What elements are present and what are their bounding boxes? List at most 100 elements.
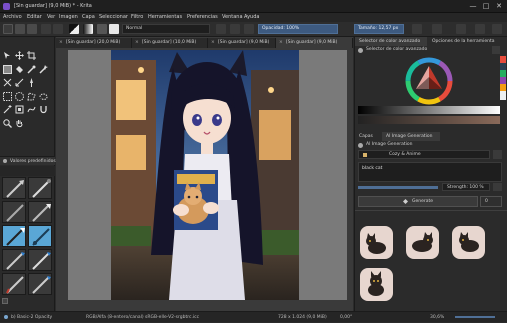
presets-tag-checkbox[interactable]: [2, 298, 8, 304]
undo-icon[interactable]: [41, 24, 51, 34]
measure-icon[interactable]: [15, 78, 24, 87]
result-thumbnail-2[interactable]: [406, 226, 439, 259]
menu-archivo[interactable]: Archivo: [3, 14, 22, 20]
gradient-tool-icon[interactable]: [3, 65, 12, 74]
workspace-select[interactable]: Cozy & Anime: [358, 150, 490, 159]
menu-imagen[interactable]: Imagen: [59, 14, 78, 20]
wrap-around-icon[interactable]: [456, 24, 466, 34]
brush-preset-7[interactable]: [2, 249, 26, 271]
tab-close-icon[interactable]: ×: [279, 38, 283, 48]
menu-seleccionar[interactable]: Seleccionar: [99, 14, 128, 20]
move-icon[interactable]: [15, 51, 24, 60]
zoom-icon[interactable]: [3, 119, 12, 128]
preserve-alpha-icon[interactable]: [230, 24, 240, 34]
mirror-horizontal-icon[interactable]: [412, 24, 422, 34]
batch-count-select[interactable]: 0: [480, 196, 502, 207]
menu-capa[interactable]: Capa: [82, 14, 95, 20]
brush-preset-4[interactable]: [28, 201, 52, 223]
brush-preset-icon[interactable]: [109, 24, 119, 34]
mirror-vertical-icon[interactable]: [432, 24, 442, 34]
similar-select-icon[interactable]: [15, 105, 24, 114]
color-picker-icon[interactable]: [27, 65, 36, 74]
menu-editar[interactable]: Editar: [27, 14, 42, 20]
select-shapes-icon[interactable]: [3, 51, 12, 60]
brush-preset-5-selected[interactable]: [2, 225, 26, 247]
magnetic-select-icon[interactable]: [39, 105, 48, 114]
color-history-strip[interactable]: [500, 56, 506, 100]
tab-tool-options[interactable]: Opciones de la herramienta: [428, 37, 507, 46]
reference-icon[interactable]: [27, 78, 36, 87]
menu-ayuda[interactable]: Ayuda: [244, 14, 259, 20]
open-document-icon[interactable]: [15, 24, 25, 34]
strength-field[interactable]: Strength: 100 %: [442, 183, 490, 191]
menu-filtro[interactable]: Filtro: [131, 14, 143, 20]
menu-ver[interactable]: Ver: [47, 14, 55, 20]
brush-preset-1[interactable]: [2, 177, 26, 199]
tab-layers[interactable]: Capas: [355, 132, 381, 141]
strength-settings-icon[interactable]: [493, 183, 502, 191]
reload-preset-icon[interactable]: [244, 24, 254, 34]
status-zoom[interactable]: 30,6%: [430, 312, 444, 323]
minimize-button[interactable]: —: [468, 2, 478, 11]
document-tab-4-active[interactable]: × [Sin guardar] (9,0 MiB): [276, 38, 353, 48]
zoom-slider[interactable]: [455, 316, 495, 318]
prompt-textarea[interactable]: black cat: [358, 162, 502, 182]
tab-close-icon[interactable]: ×: [135, 38, 139, 48]
save-document-icon[interactable]: [27, 24, 37, 34]
crop-icon[interactable]: [27, 51, 36, 60]
blend-mode-select[interactable]: Normal: [122, 24, 210, 34]
settings-icon[interactable]: [492, 24, 502, 34]
presets-filter-bar[interactable]: [0, 166, 55, 176]
result-thumbnail-4[interactable]: [360, 268, 393, 301]
brush-preset-9[interactable]: [2, 273, 26, 295]
brush-preset-6[interactable]: [28, 225, 52, 247]
rect-select-icon[interactable]: [3, 92, 12, 101]
polygon-select-icon[interactable]: [27, 92, 36, 101]
presets-pin-icon[interactable]: [3, 159, 7, 163]
menu-ventana[interactable]: Ventana: [222, 14, 243, 20]
redo-icon[interactable]: [53, 24, 63, 34]
tab-close-icon[interactable]: ×: [59, 38, 63, 48]
tab-close-icon[interactable]: ×: [211, 38, 215, 48]
tab-advanced-color-selector[interactable]: Selector de color avanzado: [355, 37, 427, 46]
magic-wand-icon[interactable]: [3, 105, 12, 114]
brush-preset-10[interactable]: [28, 273, 52, 295]
brush-preset-2[interactable]: [28, 177, 52, 199]
saturation-slider[interactable]: [358, 116, 500, 124]
brush-preset-8[interactable]: [28, 249, 52, 271]
color-panel-settings-icon[interactable]: [492, 46, 500, 54]
result-thumbnail-1[interactable]: [360, 226, 393, 259]
opacity-slider[interactable]: Opacidad: 100%: [258, 24, 338, 34]
erase-mode-icon[interactable]: [216, 24, 226, 34]
bezier-select-icon[interactable]: [27, 105, 36, 114]
new-document-icon[interactable]: [3, 24, 13, 34]
generate-button[interactable]: Generate: [358, 196, 478, 207]
ai-settings-gear-icon[interactable]: [493, 150, 502, 159]
document-tab-1[interactable]: × [Sin guardar] (20,0 MiB): [56, 38, 132, 48]
assistant-icon[interactable]: [3, 78, 12, 87]
brush-preset-3[interactable]: [2, 201, 26, 223]
size-slider[interactable]: Tamaño: 12,57 px: [354, 24, 404, 34]
status-rotation[interactable]: 0,00°: [340, 312, 352, 323]
gradient-icon[interactable]: [83, 24, 93, 34]
foreground-background-color-icon[interactable]: [69, 24, 79, 34]
canvas-artwork[interactable]: [111, 50, 299, 300]
workspace-icon[interactable]: [475, 24, 485, 34]
close-button[interactable]: ✕: [494, 2, 504, 11]
fill-icon[interactable]: [15, 65, 24, 74]
color-wheel[interactable]: [405, 57, 453, 105]
menu-preferencias[interactable]: Preferencias: [187, 14, 218, 20]
smart-patch-icon[interactable]: [39, 65, 48, 74]
ellipse-select-icon[interactable]: [15, 92, 24, 101]
menu-herramientas[interactable]: Herramientas: [148, 14, 182, 20]
ai-panel-pin-icon[interactable]: [358, 143, 363, 148]
document-tab-3[interactable]: × [Sin guardar] (9,0 MiB): [208, 38, 276, 48]
color-panel-pin-icon[interactable]: [358, 48, 363, 53]
freehand-select-icon[interactable]: [39, 92, 48, 101]
maximize-button[interactable]: □: [481, 2, 491, 11]
value-slider[interactable]: [358, 106, 500, 114]
tab-ai-image-generation[interactable]: AI Image Generation: [382, 132, 440, 141]
result-thumbnail-3[interactable]: [452, 226, 485, 259]
strength-slider[interactable]: [358, 186, 438, 189]
pattern-icon[interactable]: [97, 24, 107, 34]
